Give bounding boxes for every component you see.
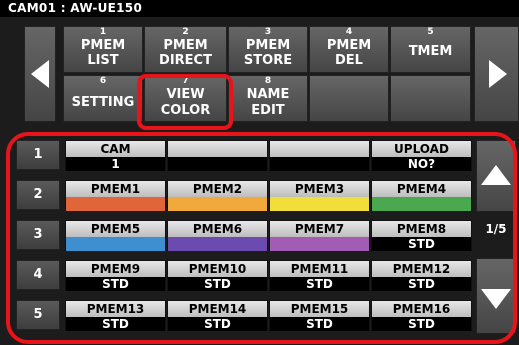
button-number: 6 xyxy=(99,76,107,86)
button-label-line1: PMEM xyxy=(163,38,208,53)
button-label-line2: LIST xyxy=(87,53,119,68)
button-label-line1: TMEM xyxy=(408,44,453,59)
button-number: 1 xyxy=(99,27,107,37)
next-page-button[interactable] xyxy=(474,26,519,122)
name-edit-button[interactable]: 8 NAME EDIT xyxy=(228,75,308,122)
empty-button-9[interactable] xyxy=(309,75,389,122)
camera-title: CAM01 : AW-UE150 xyxy=(8,1,143,15)
triangle-left-icon xyxy=(31,60,49,88)
pmem-list-button[interactable]: 1 PMEM LIST xyxy=(63,26,143,73)
pmem-del-button[interactable]: 4 PMEM DEL xyxy=(309,26,389,73)
prev-page-button[interactable] xyxy=(24,26,56,122)
button-label-line1: PMEM xyxy=(245,38,291,53)
button-label-line2: STORE xyxy=(243,53,293,68)
button-number: 2 xyxy=(182,27,189,37)
button-number: 5 xyxy=(427,27,434,37)
triangle-right-icon xyxy=(489,60,507,88)
button-number: 8 xyxy=(264,76,272,86)
tmem-button[interactable]: 5 TMEM xyxy=(390,26,471,73)
button-label-line2: EDIT xyxy=(251,103,285,118)
button-label-line2: DIRECT xyxy=(159,53,212,68)
setting-button[interactable]: 6 SETTING xyxy=(63,75,143,122)
empty-button-10[interactable] xyxy=(390,75,471,122)
title-bar: CAM01 : AW-UE150 xyxy=(0,0,519,17)
button-label-line1: NAME xyxy=(246,87,290,102)
button-label-line1: SETTING xyxy=(71,95,135,110)
button-label-line1: PMEM xyxy=(80,38,126,53)
button-number: 3 xyxy=(264,27,272,37)
button-label-line2: DEL xyxy=(335,53,363,68)
button-number: 4 xyxy=(345,27,353,37)
button-label-line1: PMEM xyxy=(326,38,372,53)
grid-highlight xyxy=(6,132,517,344)
view-color-highlight xyxy=(137,74,233,130)
pmem-direct-button[interactable]: 2 PMEM DIRECT xyxy=(144,26,227,73)
pmem-store-button[interactable]: 3 PMEM STORE xyxy=(228,26,308,73)
